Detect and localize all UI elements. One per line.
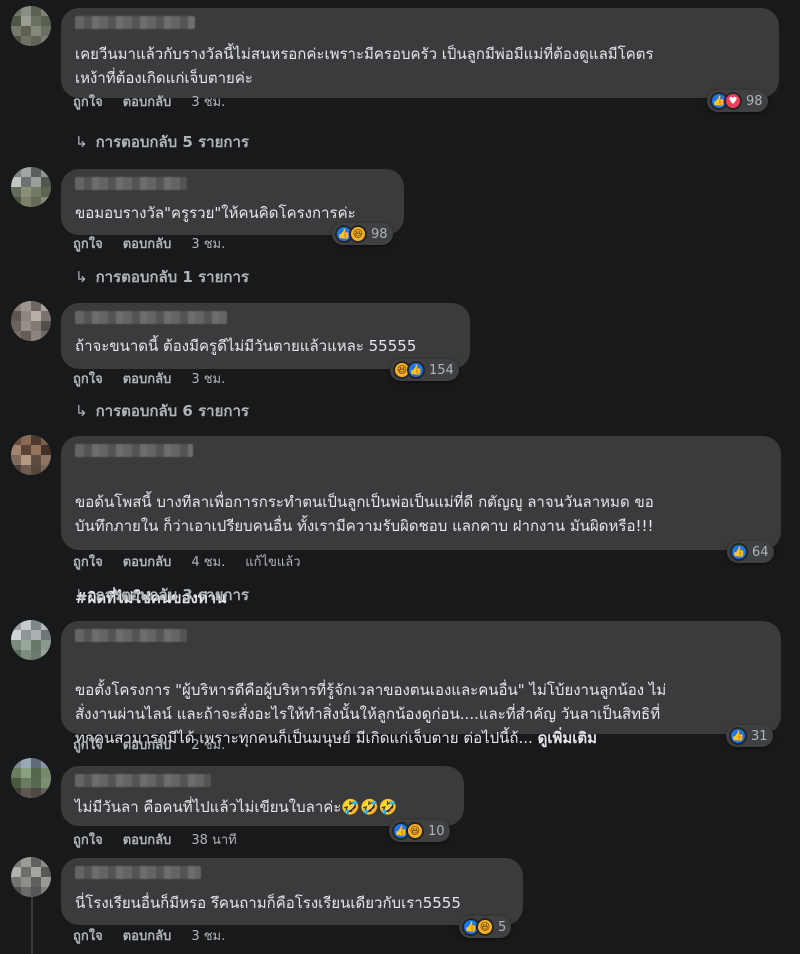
like-button[interactable]: ถูกใจ	[73, 553, 103, 573]
comment-bubble: นี่โรงเรียนอื่นก็มีหรอ รึคนถามก็คือโรงเร…	[61, 858, 523, 925]
reaction-summary[interactable]: 👍 😆 98	[332, 223, 393, 245]
reply-arrow-icon: ↳	[75, 586, 88, 604]
like-button[interactable]: ถูกใจ	[73, 370, 103, 390]
like-button[interactable]: ถูกใจ	[73, 235, 103, 255]
like-button[interactable]: ถูกใจ	[73, 93, 103, 113]
reaction-summary[interactable]: 👍 31	[726, 725, 773, 747]
timestamp[interactable]: 4 ชม.	[191, 553, 225, 573]
edited-label[interactable]: แก้ไขแล้ว	[245, 553, 300, 573]
reply-button[interactable]: ตอบกลับ	[123, 831, 172, 851]
replies-count-label: การตอบกลับ 1 รายการ	[95, 268, 249, 286]
thumbs-up-icon: 👍	[730, 543, 748, 561]
avatar[interactable]	[11, 167, 51, 207]
comment-text: นี่โรงเรียนอื่นก็มีหรอ รึคนถามก็คือโรงเร…	[75, 894, 461, 912]
timestamp[interactable]: 3 ชม.	[191, 927, 225, 947]
avatar[interactable]	[11, 758, 51, 798]
reply-arrow-icon: ↳	[75, 268, 88, 286]
reaction-summary[interactable]: 👍 😆 10	[389, 820, 450, 842]
comment-text: ถ้าจะขนาดนี้ ต้องมีครูดีไม่มีวันตายแล้วแ…	[75, 337, 417, 355]
view-replies-link[interactable]: ↳ การตอบกลับ 1 รายการ	[75, 266, 249, 288]
thumbs-up-icon: 👍	[407, 361, 425, 379]
timestamp[interactable]: 3 ชม.	[191, 93, 225, 113]
commenter-name-redacted[interactable]	[75, 774, 211, 787]
see-more-link[interactable]: ดูเพิ่มเติม	[538, 729, 597, 747]
thumbs-up-icon: 👍	[729, 727, 747, 745]
view-replies-link[interactable]: ↳ การตอบกลับ 6 รายการ	[75, 400, 249, 422]
avatar[interactable]	[11, 435, 51, 475]
comment-bubble: ขอด้นโพสนี้ บางทีลาเพื่อการกระทำตนเป็นลู…	[61, 436, 781, 607]
laughing-face-icon: 😆	[349, 225, 367, 243]
commenter-name-redacted[interactable]	[75, 444, 193, 457]
reply-button[interactable]: ตอบกลับ	[123, 736, 172, 756]
commenter-name-redacted[interactable]	[75, 177, 187, 190]
timestamp[interactable]: 3 ชม.	[191, 235, 225, 255]
commenter-name-redacted[interactable]	[75, 629, 187, 642]
laughing-face-icon: 😆	[406, 822, 424, 840]
reply-button[interactable]: ตอบกลับ	[123, 370, 172, 390]
commenter-name-redacted[interactable]	[75, 16, 195, 29]
reply-button[interactable]: ตอบกลับ	[123, 927, 172, 947]
timestamp[interactable]: 2 ชม.	[191, 736, 225, 756]
like-button[interactable]: ถูกใจ	[73, 831, 103, 851]
commenter-name-redacted[interactable]	[75, 866, 201, 879]
thread-line	[31, 895, 33, 954]
reply-arrow-icon: ↳	[75, 402, 88, 420]
avatar[interactable]	[11, 620, 51, 660]
reaction-count: 154	[429, 362, 454, 378]
reaction-count: 10	[428, 823, 445, 839]
avatar[interactable]	[11, 857, 51, 897]
comment-actions: ถูกใจ ตอบกลับ 3 ชม.	[73, 370, 225, 390]
timestamp[interactable]: 3 ชม.	[191, 370, 225, 390]
comment-actions: ถูกใจ ตอบกลับ 4 ชม. แก้ไขแล้ว	[73, 553, 301, 573]
heart-icon: ♥	[724, 92, 742, 110]
reply-button[interactable]: ตอบกลับ	[123, 235, 172, 255]
reaction-count: 64	[752, 544, 769, 560]
comment-actions: ถูกใจ ตอบกลับ 3 ชม.	[73, 93, 225, 113]
reaction-count: 98	[371, 226, 388, 242]
comment-actions: ถูกใจ ตอบกลับ 3 ชม.	[73, 927, 225, 947]
comment-actions: ถูกใจ ตอบกลับ 2 ชม.	[73, 736, 225, 756]
commenter-name-redacted[interactable]	[75, 311, 227, 324]
reaction-summary[interactable]: 👍 ♥ 98	[707, 90, 768, 112]
like-button[interactable]: ถูกใจ	[73, 736, 103, 756]
laughing-face-icon: 😆	[476, 918, 494, 936]
view-replies-link[interactable]: ↳ การตอบกลับ 5 รายการ	[75, 131, 249, 153]
reply-arrow-icon: ↳	[75, 133, 88, 151]
comment-bubble: เคยวีนมาแล้วกับรางวัลนี้ไม่สนหรอกค่ะเพรา…	[61, 8, 779, 98]
like-button[interactable]: ถูกใจ	[73, 927, 103, 947]
reaction-count: 31	[751, 728, 768, 744]
reaction-count: 98	[746, 93, 763, 109]
comment-body: ขอด้นโพสนี้ บางทีลาเพื่อการกระทำตนเป็นลู…	[75, 493, 654, 535]
comment-bubble: ขอตั้งโครงการ "ผู้บริหารดีคือผู้บริหารที…	[61, 621, 781, 747]
comment-text: ขอมอบรางวัล"ครูรวย"ให้คนคิดโครงการค่ะ	[75, 204, 356, 222]
avatar[interactable]	[11, 301, 51, 341]
avatar[interactable]	[11, 6, 51, 46]
comment-actions: ถูกใจ ตอบกลับ 38 นาที	[73, 831, 237, 851]
reply-button[interactable]: ตอบกลับ	[123, 93, 172, 113]
comment-actions: ถูกใจ ตอบกลับ 3 ชม.	[73, 235, 225, 255]
reaction-summary[interactable]: 👍 64	[727, 541, 774, 563]
reaction-count: 5	[498, 919, 507, 935]
view-replies-link[interactable]: ↳ การตอบกลับ 3 รายการ	[75, 584, 249, 606]
timestamp[interactable]: 38 นาที	[191, 831, 236, 851]
comment-bubble: ไม่มีวันลา คือคนที่ไปแล้วไม่เขียนใบลาค่ะ…	[61, 766, 464, 826]
comment-text: เคยวีนมาแล้วกับรางวัลนี้ไม่สนหรอกค่ะเพรา…	[75, 45, 654, 87]
replies-count-label: การตอบกลับ 6 รายการ	[95, 402, 249, 420]
reply-button[interactable]: ตอบกลับ	[123, 553, 172, 573]
replies-count-label: การตอบกลับ 3 รายการ	[95, 586, 249, 604]
reaction-summary[interactable]: 👍 😆 5	[459, 916, 512, 938]
reaction-summary[interactable]: 😆 👍 154	[390, 359, 459, 381]
comment-text: ไม่มีวันลา คือคนที่ไปแล้วไม่เขียนใบลาค่ะ…	[75, 798, 398, 816]
replies-count-label: การตอบกลับ 5 รายการ	[95, 133, 249, 151]
